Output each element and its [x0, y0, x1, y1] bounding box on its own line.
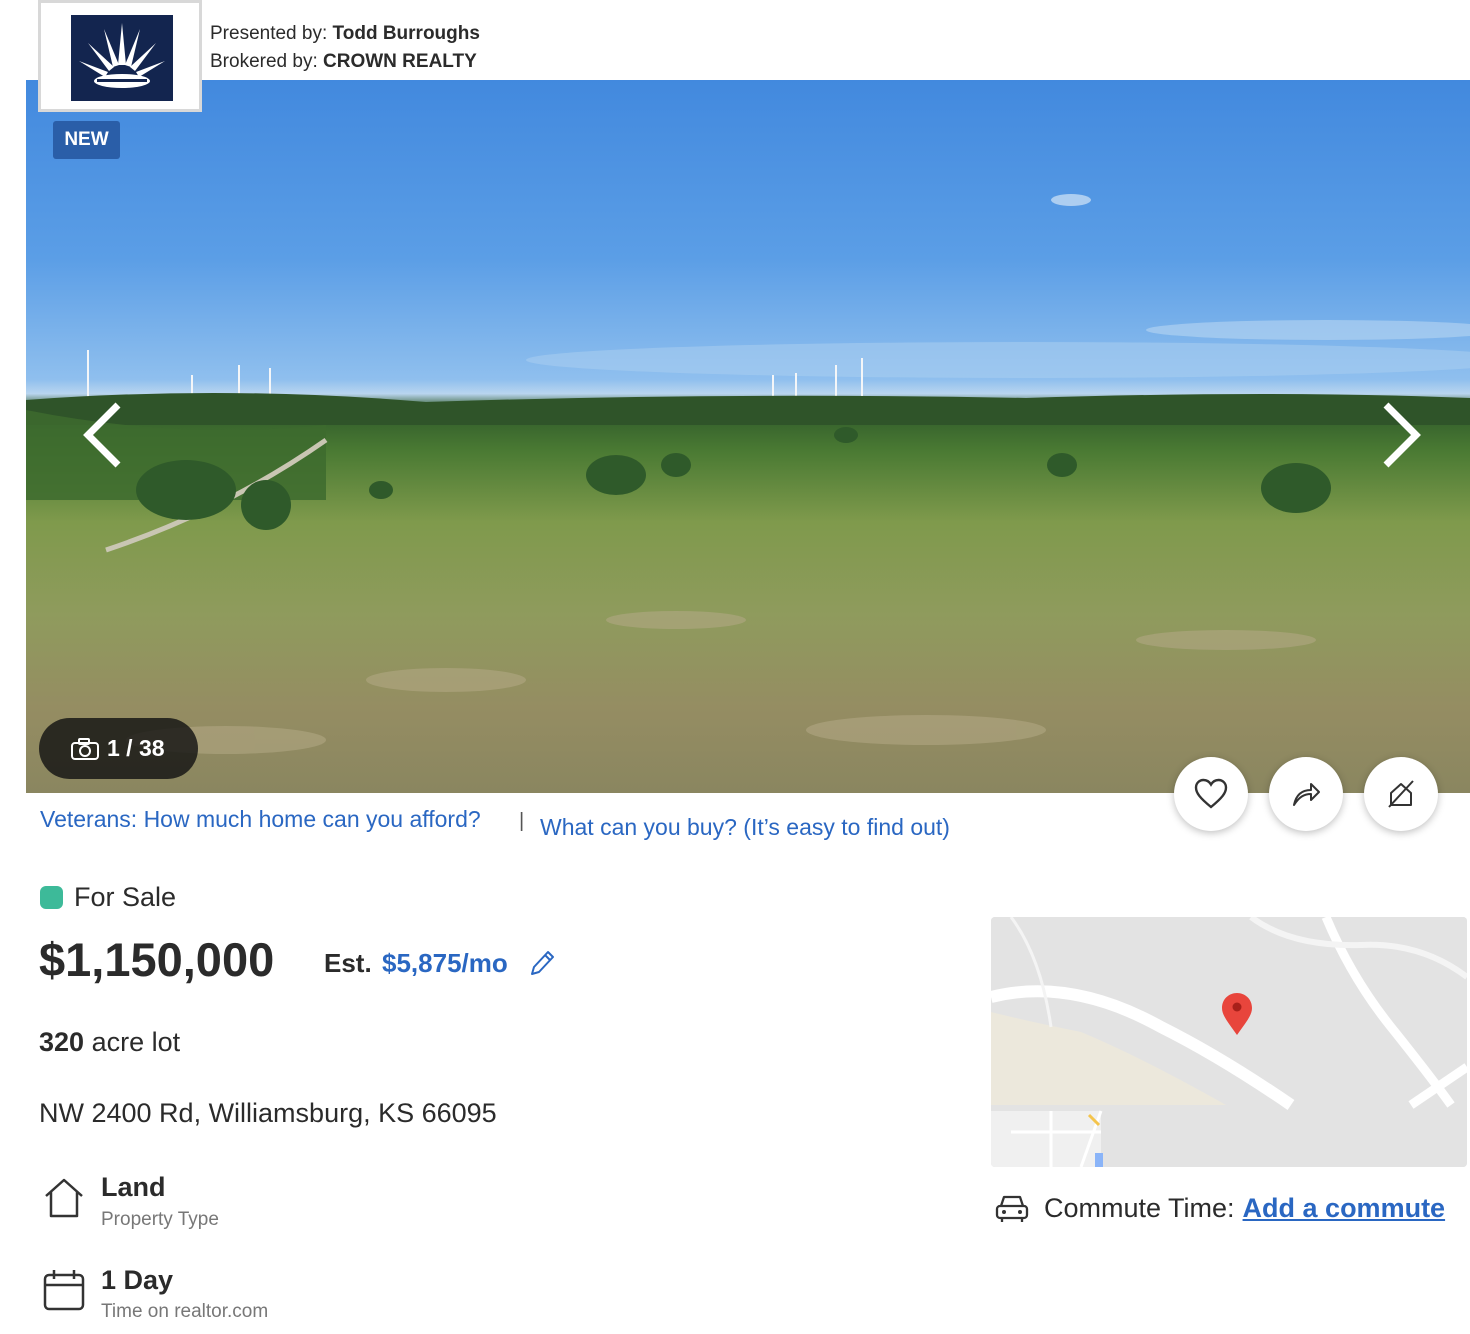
chevron-right-icon [1383, 402, 1421, 468]
edit-payment-button[interactable] [528, 948, 556, 978]
listing-status: For Sale [40, 882, 176, 913]
property-type-label: Property Type [101, 1209, 219, 1230]
commute-label: Commute Time: [1044, 1192, 1235, 1223]
chevron-left-icon [83, 402, 121, 468]
hide-button[interactable] [1364, 757, 1438, 831]
add-commute-link[interactable]: Add a commute [1243, 1193, 1446, 1224]
agent-info: Presented by: Todd Burroughs Brokered by… [210, 20, 480, 76]
veterans-affordability-link[interactable]: Veterans: How much home can you afford? [40, 806, 481, 833]
status-dot-icon [40, 886, 63, 909]
hide-home-icon [1388, 780, 1414, 808]
map-preview[interactable] [991, 917, 1467, 1167]
listing-photo[interactable] [26, 80, 1470, 793]
property-address: NW 2400 Rd, Williamsburg, KS 66095 [39, 1098, 497, 1128]
link-separator: | [519, 810, 525, 832]
crown-logo-icon [71, 15, 173, 101]
broker-name[interactable]: CROWN REALTY [323, 51, 477, 72]
next-photo-button[interactable] [1370, 395, 1430, 475]
est-monthly-payment-link[interactable]: $5,875/mo [382, 948, 508, 979]
share-icon [1293, 783, 1320, 806]
property-type-value: Land [101, 1172, 166, 1202]
save-button[interactable] [1174, 757, 1248, 831]
pencil-icon [531, 951, 554, 975]
car-icon [995, 1195, 1029, 1222]
photo-counter-button[interactable]: 1 / 38 [39, 718, 198, 779]
brokered-label: Brokered by: [210, 51, 318, 72]
time-on-site-value: 1 Day [101, 1265, 174, 1295]
calendar-icon [43, 1270, 85, 1311]
lot-size: 320 acre lot [39, 1027, 180, 1058]
camera-icon [71, 737, 99, 760]
lot-size-value: 320 [39, 1027, 85, 1057]
presented-label: Presented by: [210, 23, 328, 44]
agent-name[interactable]: Todd Burroughs [333, 23, 480, 44]
listing-header: Presented by: Todd Burroughs Brokered by… [0, 0, 1470, 112]
photo-counter: 1 / 38 [107, 735, 165, 761]
new-badge: NEW [53, 121, 120, 159]
what-can-you-buy-link[interactable]: What can you buy? (It’s easy to find out… [540, 814, 950, 841]
est-label: Est. [324, 948, 372, 978]
time-on-site-label: Time on realtor.com [101, 1301, 269, 1322]
commute-section: Commute Time: Add a commute [994, 1190, 1445, 1226]
lot-size-unit: acre lot [91, 1027, 181, 1057]
share-button[interactable] [1269, 757, 1343, 831]
broker-logo[interactable] [38, 0, 202, 112]
status-label: For Sale [74, 882, 177, 912]
listing-price: $1,150,000 [39, 933, 275, 986]
house-icon [45, 1178, 83, 1218]
heart-icon [1194, 778, 1228, 809]
previous-photo-button[interactable] [74, 395, 134, 475]
